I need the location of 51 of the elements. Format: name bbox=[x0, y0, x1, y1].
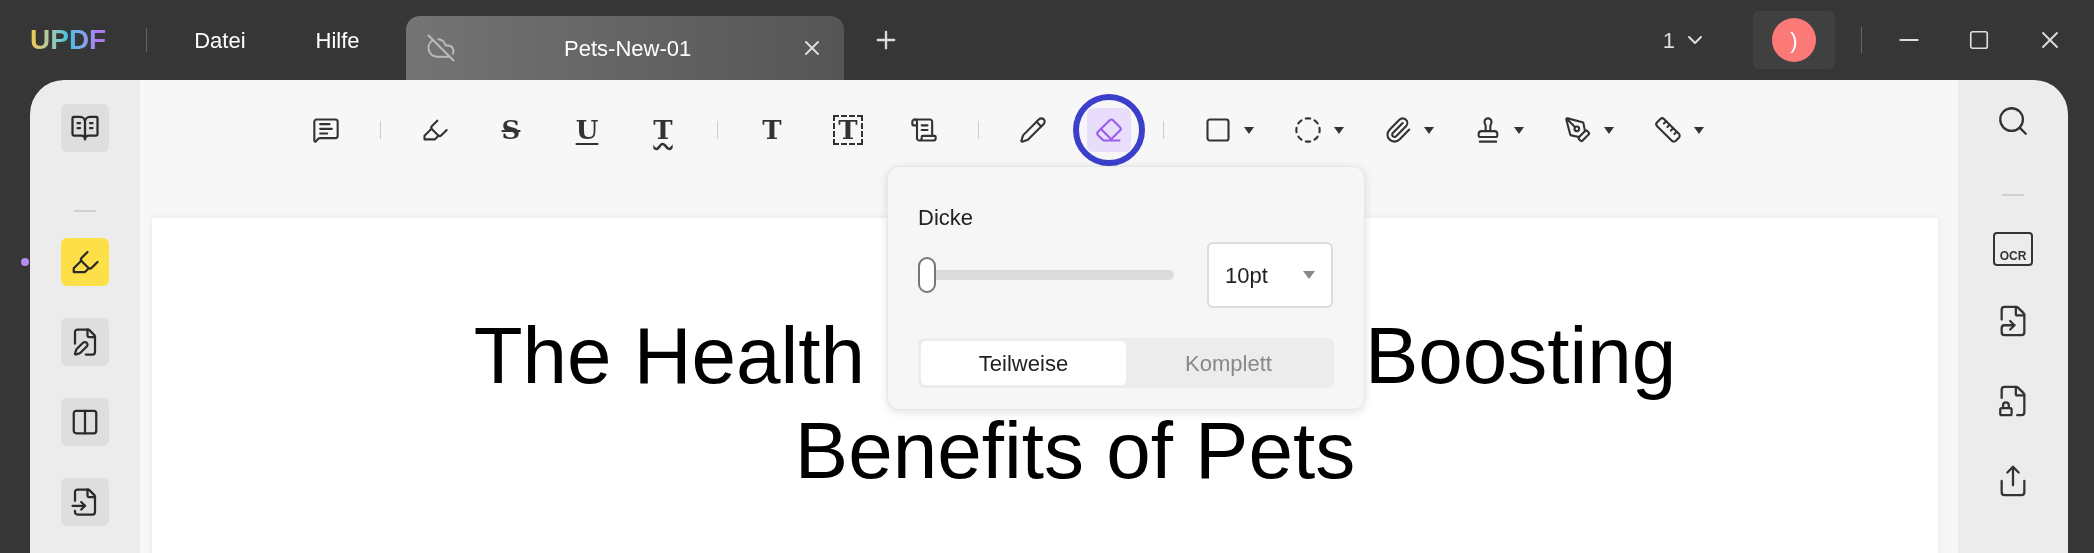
tool-button[interactable]: T bbox=[641, 108, 685, 152]
ocr-button[interactable]: OCR bbox=[1993, 232, 2033, 266]
slider-thumb[interactable] bbox=[918, 257, 936, 293]
caret-icon[interactable] bbox=[1694, 126, 1704, 134]
paperclip-icon bbox=[1384, 116, 1412, 144]
search-icon[interactable] bbox=[1996, 104, 2030, 138]
maximize-icon[interactable] bbox=[1968, 29, 1990, 51]
caret-icon[interactable] bbox=[1514, 126, 1524, 134]
document-tab[interactable]: Pets-New-01 bbox=[405, 16, 844, 80]
text-callout-icon bbox=[910, 116, 938, 144]
tool-button[interactable]: T bbox=[750, 108, 794, 152]
menu-item[interactable]: Hilfe bbox=[315, 23, 360, 57]
squiggly-underline-icon: T bbox=[653, 110, 673, 150]
thickness-label: Dicke bbox=[918, 204, 974, 232]
sidebar-button[interactable] bbox=[61, 478, 109, 526]
square-icon bbox=[1204, 116, 1232, 144]
size-dropdown[interactable]: 10pt bbox=[1207, 242, 1333, 308]
mode-tab[interactable]: Teilweise bbox=[921, 341, 1126, 385]
sidebar-button[interactable] bbox=[61, 318, 109, 366]
caret-icon[interactable] bbox=[1424, 126, 1434, 134]
document-title: Benefits of Pets bbox=[793, 405, 1356, 497]
caret-icon bbox=[1303, 271, 1315, 279]
tab-title: Pets-New-01 bbox=[563, 34, 693, 63]
document-title: The Health bbox=[473, 310, 865, 402]
caret-icon[interactable] bbox=[1244, 126, 1254, 134]
page-count-button[interactable]: 1 bbox=[1662, 23, 1707, 57]
thickness-slider[interactable] bbox=[918, 257, 1174, 293]
strikethrough-icon: S bbox=[501, 110, 521, 150]
document-title: Boosting bbox=[1365, 310, 1677, 402]
split-page-icon bbox=[70, 407, 100, 437]
avatar-initial: ) bbox=[1772, 18, 1816, 62]
tool-button[interactable]: S bbox=[489, 108, 533, 152]
pencil-icon bbox=[1019, 116, 1047, 144]
sidebar-button[interactable] bbox=[61, 238, 109, 286]
underline-icon: U bbox=[575, 110, 599, 150]
text-box-icon: T bbox=[833, 115, 863, 145]
sidebar-button[interactable] bbox=[61, 104, 109, 152]
caret-icon[interactable] bbox=[1604, 126, 1614, 134]
ruler-icon bbox=[1654, 116, 1682, 144]
text-icon: T bbox=[762, 110, 782, 150]
cloud-off-icon bbox=[425, 33, 456, 63]
tool-button[interactable]: U bbox=[565, 108, 609, 152]
menu-item[interactable]: Datei bbox=[194, 23, 246, 57]
pen-nib-icon bbox=[1564, 116, 1592, 144]
shape-icon bbox=[1294, 116, 1322, 144]
caret-icon[interactable] bbox=[1334, 126, 1344, 134]
sidebar-button[interactable] bbox=[61, 398, 109, 446]
tool-button[interactable]: T bbox=[826, 108, 870, 152]
comment-icon bbox=[312, 116, 340, 144]
eraser-icon bbox=[1095, 116, 1123, 144]
book-icon bbox=[70, 113, 100, 143]
